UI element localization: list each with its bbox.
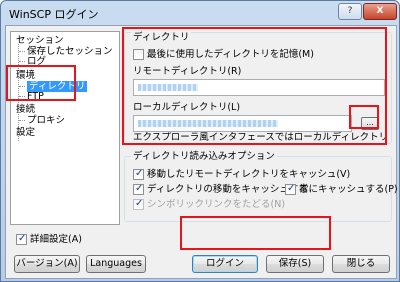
directories-group-title: ディレクトリ (131, 32, 192, 43)
save-button[interactable]: 保存(S) (266, 255, 324, 273)
login-dialog: WinSCP ログイン ? X セッション 保存したセッション ログ 環境 ディ… (0, 0, 400, 282)
tree-connector (19, 51, 25, 52)
tree-item-preferences[interactable]: 設定 (16, 127, 35, 138)
read-options-group-title: ディレクトリ読み込みオプション (131, 151, 277, 162)
tree-connector (19, 61, 25, 62)
close-window-button[interactable]: X (363, 3, 397, 20)
remember-last-dir-label: 最後に使用したディレクトリを記憶(M) (147, 49, 314, 60)
cache-dir-changes-checkbox[interactable]: ディレクトリの移動をキャッシュする (133, 183, 308, 195)
languages-button[interactable]: Languages (86, 255, 146, 273)
advanced-options-checkbox[interactable]: 詳細設定(A) (16, 233, 82, 245)
dialog-body: セッション 保存したセッション ログ 環境 ディレクトリ FTP 接続 プロキシ… (5, 25, 398, 279)
cache-remote-dirs-checkbox[interactable]: 移動したリモートディレクトリをキャッシュ(V) (133, 168, 351, 180)
help-button[interactable]: ? (338, 3, 362, 20)
browse-local-dir-button[interactable]: ... (361, 117, 379, 130)
checkbox-box[interactable] (133, 183, 144, 195)
close-button[interactable]: 閉じる (332, 255, 390, 273)
checkbox-box[interactable] (16, 233, 27, 245)
checkbox-box[interactable] (133, 168, 144, 180)
blurred-path (138, 84, 198, 91)
directories-group: ディレクトリ 最後に使用したディレクトリを記憶(M) リモートディレクトリ(R)… (124, 32, 392, 144)
tree-item-connection[interactable]: 接続 (16, 104, 35, 115)
always-cache-label: 常にキャッシュする(P) (299, 184, 398, 195)
checkbox-box (133, 198, 144, 210)
tree-connector (19, 86, 25, 87)
navigation-tree[interactable]: セッション 保存したセッション ログ 環境 ディレクトリ FTP 接続 プロキシ… (10, 31, 120, 225)
checkbox-box[interactable] (133, 49, 144, 60)
resolve-symlinks-label: シンボリックリンクをたどる(N) (147, 199, 286, 210)
tree-connector (19, 96, 25, 97)
local-dir-input[interactable] (133, 115, 352, 132)
blurred-path (138, 120, 278, 127)
tree-connector (19, 120, 25, 121)
checkbox-box[interactable] (285, 183, 296, 195)
local-dir-note: エクスプローラ風インタフェースではローカルディレクトリは使用しませ (133, 132, 389, 143)
read-options-group: ディレクトリ読み込みオプション 移動したリモートディレクトリをキャッシュ(V) … (124, 151, 398, 222)
window-title: WinSCP ログイン (9, 8, 99, 21)
tree-item-proxy[interactable]: プロキシ (27, 115, 65, 126)
remote-dir-label: リモートディレクトリ(R) (133, 66, 242, 77)
advanced-options-label: 詳細設定(A) (30, 234, 82, 245)
cache-dir-changes-label: ディレクトリの移動をキャッシュする (147, 184, 308, 195)
cache-remote-dirs-label: 移動したリモートディレクトリをキャッシュ(V) (147, 169, 351, 180)
title-bar: WinSCP ログイン ? X (1, 1, 399, 25)
local-dir-label: ローカルディレクトリ(L) (133, 102, 241, 113)
tree-item-log[interactable]: ログ (27, 56, 46, 67)
remember-last-dir-checkbox[interactable]: 最後に使用したディレクトリを記憶(M) (133, 49, 314, 60)
tree-item-ftp[interactable]: FTP (27, 91, 44, 102)
tree-item-session[interactable]: セッション (16, 35, 64, 46)
login-button[interactable]: ログイン (192, 255, 258, 273)
tree-item-environment[interactable]: 環境 (16, 70, 35, 81)
resolve-symlinks-checkbox: シンボリックリンクをたどる(N) (133, 198, 286, 210)
version-button[interactable]: バージョン(A) (14, 255, 80, 273)
remote-dir-input[interactable] (133, 79, 385, 96)
always-cache-checkbox[interactable]: 常にキャッシュする(P) (285, 183, 398, 195)
